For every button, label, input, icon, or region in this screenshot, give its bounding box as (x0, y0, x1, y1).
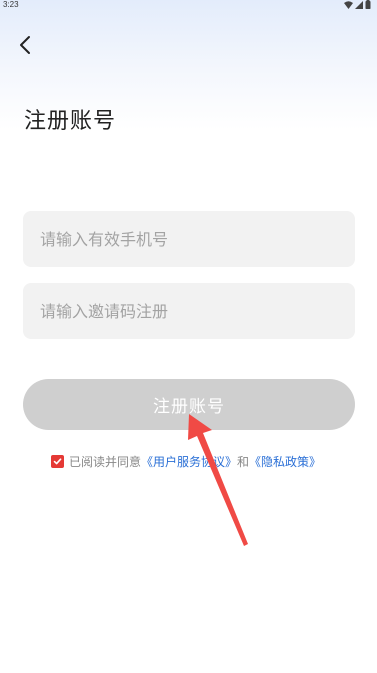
status-time: 3:23 (3, 0, 19, 9)
signal-icon (355, 0, 363, 9)
agreement-and: 和 (237, 454, 250, 469)
status-bar: 3:23 (0, 0, 377, 12)
back-button[interactable] (12, 32, 38, 58)
chevron-left-icon (20, 36, 30, 54)
user-agreement-link[interactable]: 《用户服务协议》 (141, 453, 237, 470)
check-icon (53, 457, 62, 464)
agreement-row: 已阅读并同意 《用户服务协议》 和 《隐私政策》 (51, 451, 321, 471)
privacy-policy-link[interactable]: 《隐私政策》 (249, 453, 321, 470)
battery-icon (365, 0, 371, 9)
status-icons (344, 0, 371, 9)
invite-code-input[interactable] (23, 283, 355, 339)
phone-input[interactable] (23, 211, 355, 267)
register-button[interactable]: 注册账号 (23, 379, 355, 430)
agreement-checkbox[interactable] (51, 454, 64, 468)
wifi-icon (344, 0, 353, 9)
agreement-prefix: 已阅读并同意 (69, 454, 142, 469)
page-title: 注册账号 (24, 109, 117, 134)
